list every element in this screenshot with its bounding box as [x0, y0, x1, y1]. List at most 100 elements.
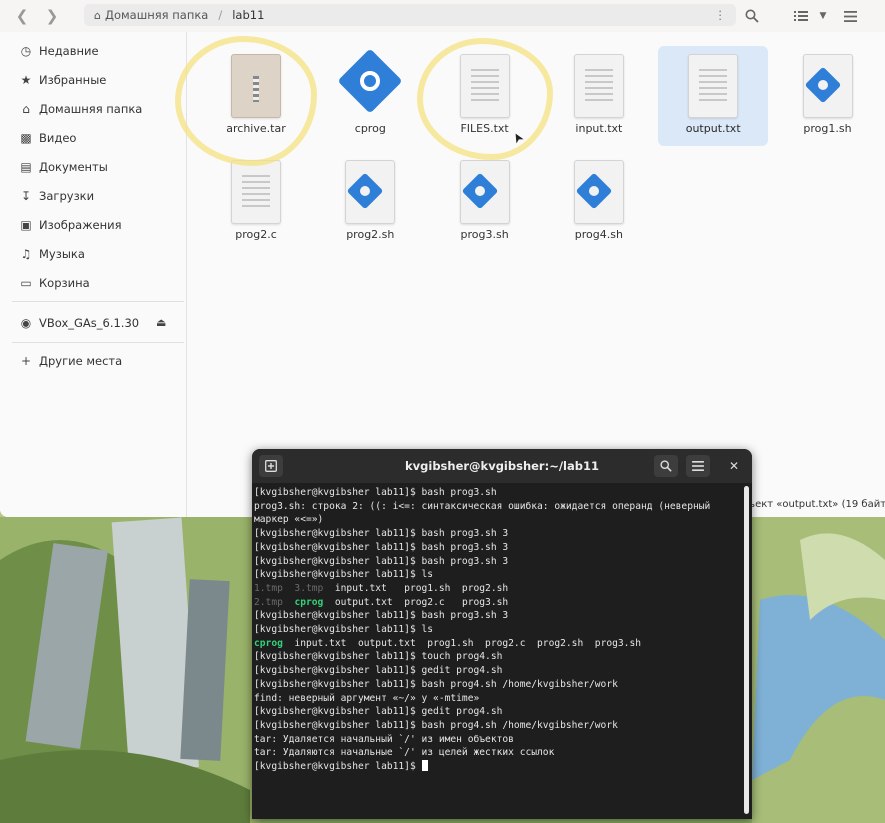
file-item[interactable]: prog4.sh	[544, 152, 654, 252]
terminal-search-button[interactable]	[654, 455, 678, 477]
file-manager-headerbar: ❮ ❯ ⌂ Домашняя папка / lab11 ⋮ ▼	[0, 0, 885, 32]
search-button[interactable]	[740, 4, 764, 28]
sidebar-item-video[interactable]: ▩ Видео	[0, 123, 186, 152]
list-view-icon	[794, 11, 808, 21]
script-icon	[797, 54, 859, 120]
terminal-text: маркер «<=»)	[254, 514, 324, 526]
terminal-line: tar: Удаляются начальные `/' из целей же…	[254, 746, 739, 760]
view-options-button[interactable]: ▼	[811, 4, 835, 28]
trash-icon: ▭	[20, 275, 32, 290]
sidebar-item-home[interactable]: ⌂ Домашняя папка	[0, 94, 186, 123]
video-icon: ▩	[20, 130, 32, 145]
sidebar-separator	[12, 301, 184, 302]
text-file-icon	[225, 160, 287, 226]
sidebar-item-star[interactable]: ★ Избранные	[0, 65, 186, 94]
file-name: prog2.sh	[346, 228, 395, 241]
plus-icon: +	[20, 353, 32, 368]
terminal-text: [kvgibsher@kvgibsher lab11]$ bash prog4.…	[254, 719, 618, 731]
terminal-line: tar: Удаляется начальный `/' из имен объ…	[254, 733, 739, 747]
sidebar-item-image[interactable]: ▣ Изображения	[0, 210, 186, 239]
terminal-text: [kvgibsher@kvgibsher lab11]$ bash prog4.…	[254, 678, 618, 690]
chevron-down-icon: ▼	[819, 11, 827, 21]
terminal-line: [kvgibsher@kvgibsher lab11]$ bash prog3.…	[254, 486, 739, 500]
terminal-cursor	[421, 760, 428, 772]
terminal-text: tar: Удаляются начальные `/' из целей же…	[254, 747, 555, 759]
sidebar-item-label: Документы	[39, 159, 108, 174]
terminal-line: маркер «<=»)	[254, 513, 739, 527]
image-icon: ▣	[20, 217, 32, 232]
file-item[interactable]: input.txt	[544, 46, 654, 146]
terminal-line: [kvgibsher@kvgibsher lab11]$ bash prog3.…	[254, 555, 739, 569]
file-item[interactable]: prog1.sh	[773, 46, 883, 146]
sidebar-item-label: Недавние	[39, 43, 99, 58]
terminal-text: [kvgibsher@kvgibsher lab11]$ bash prog3.…	[254, 541, 509, 553]
back-button[interactable]: ❮	[10, 4, 34, 28]
breadcrumb-current[interactable]: lab11	[232, 8, 264, 22]
terminal-menu-button[interactable]	[686, 455, 710, 477]
main-menu-button[interactable]	[838, 4, 862, 28]
sidebar-item-other-places[interactable]: + Другие места	[0, 346, 186, 375]
file-item[interactable]: prog3.sh	[430, 152, 540, 252]
file-item[interactable]: prog2.sh	[315, 152, 425, 252]
terminal-output[interactable]: [kvgibsher@kvgibsher lab11]$ bash prog3.…	[254, 486, 739, 816]
highlight-annotation	[417, 38, 553, 160]
terminal-text: tar: Удаляется начальный `/' из имен объ…	[254, 733, 514, 745]
sidebar-item-label: Загрузки	[39, 188, 95, 203]
terminal-text: [kvgibsher@kvgibsher lab11]$ ls	[254, 624, 434, 636]
sidebar-item-document[interactable]: ▤ Документы	[0, 152, 186, 181]
highlight-annotation	[175, 36, 317, 166]
forward-button[interactable]: ❯	[40, 4, 64, 28]
view-list-button[interactable]	[789, 4, 813, 28]
script-icon	[339, 160, 401, 226]
terminal-text: input.txt output.txt prog1.sh prog2.c pr…	[282, 637, 641, 649]
terminal-line: 2.tmp cprog output.txt prog2.c prog3.sh	[254, 596, 739, 610]
sidebar-item-trash[interactable]: ▭ Корзина	[0, 268, 186, 297]
terminal-text: [kvgibsher@kvgibsher lab11]$ gedit prog4…	[254, 706, 503, 718]
close-icon: ✕	[728, 459, 740, 473]
sidebar-item-label: Домашняя папка	[39, 101, 143, 116]
terminal-text: 2.tmp	[254, 596, 295, 608]
terminal-line: [kvgibsher@kvgibsher lab11]$ ls	[254, 568, 739, 582]
sidebar-item-music[interactable]: ♫ Музыка	[0, 239, 186, 268]
file-item[interactable]: prog2.c	[201, 152, 311, 252]
terminal-text: [kvgibsher@kvgibsher lab11]$ gedit prog4…	[254, 665, 503, 677]
terminal-line: [kvgibsher@kvgibsher lab11]$ bash prog3.…	[254, 609, 739, 623]
sidebar-item-clock[interactable]: ◷ Недавние	[0, 36, 186, 65]
kebab-menu-icon[interactable]: ⋮	[715, 8, 727, 22]
terminal-text: find: неверный аргумент «~/» у «-mtime»	[254, 692, 480, 704]
terminal-line: cprog input.txt output.txt prog1.sh prog…	[254, 637, 739, 651]
terminal-text: [kvgibsher@kvgibsher lab11]$ bash prog3.…	[254, 555, 509, 567]
sidebar-item-label: Избранные	[39, 72, 107, 87]
file-item[interactable]: output.txt	[658, 46, 769, 146]
terminal-line: [kvgibsher@kvgibsher lab11]$ touch prog4…	[254, 650, 739, 664]
terminal-line: 1.tmp 3.tmp input.txt prog1.sh prog2.sh	[254, 582, 739, 596]
sidebar-item-label: Корзина	[39, 275, 90, 290]
terminal-line: prog3.sh: строка 2: ((: i<=: синтаксичес…	[254, 500, 739, 514]
terminal-text: 1.tmp 3.tmp	[254, 582, 324, 594]
terminal-line: [kvgibsher@kvgibsher lab11]$ gedit prog4…	[254, 705, 739, 719]
path-bar[interactable]: ⌂ Домашняя папка / lab11 ⋮	[84, 4, 736, 26]
script-icon	[568, 160, 630, 226]
script-icon	[454, 160, 516, 226]
terminal-close-button[interactable]: ✕	[722, 455, 746, 477]
places-sidebar: ◷ Недавние ★ Избранные ⌂ Домашняя папка ▩ Видео…	[0, 32, 187, 517]
terminal-text: [kvgibsher@kvgibsher lab11]$ touch prog4…	[254, 651, 503, 663]
sidebar-item-download[interactable]: ↧ Загрузки	[0, 181, 186, 210]
eject-icon[interactable]: ⏏	[156, 316, 166, 329]
terminal-line: [kvgibsher@kvgibsher lab11]$ bash prog3.…	[254, 527, 739, 541]
file-name: prog1.sh	[803, 122, 852, 135]
breadcrumb-home[interactable]: ⌂ Домашняя папка	[94, 8, 208, 22]
star-icon: ★	[20, 72, 32, 87]
terminal-line: [kvgibsher@kvgibsher lab11]$ bash prog4.…	[254, 678, 739, 692]
terminal-text: prog3.sh: строка 2: ((: i<=: синтаксичес…	[254, 500, 711, 512]
file-item[interactable]: cprog	[315, 46, 425, 146]
terminal-text: [kvgibsher@kvgibsher lab11]$ ls	[254, 569, 434, 581]
search-icon	[745, 9, 759, 23]
home-icon: ⌂	[94, 8, 101, 22]
text-file-icon	[568, 54, 630, 120]
terminal-line: [kvgibsher@kvgibsher lab11]$	[254, 760, 739, 774]
terminal-scrollbar[interactable]	[744, 486, 749, 814]
terminal-line: find: неверный аргумент «~/» у «-mtime»	[254, 692, 739, 706]
sidebar-item-device[interactable]: ◉ VBox_GAs_6.1.30 ⏏	[0, 308, 186, 337]
terminal-text: output.txt prog2.c prog3.sh	[323, 596, 509, 608]
